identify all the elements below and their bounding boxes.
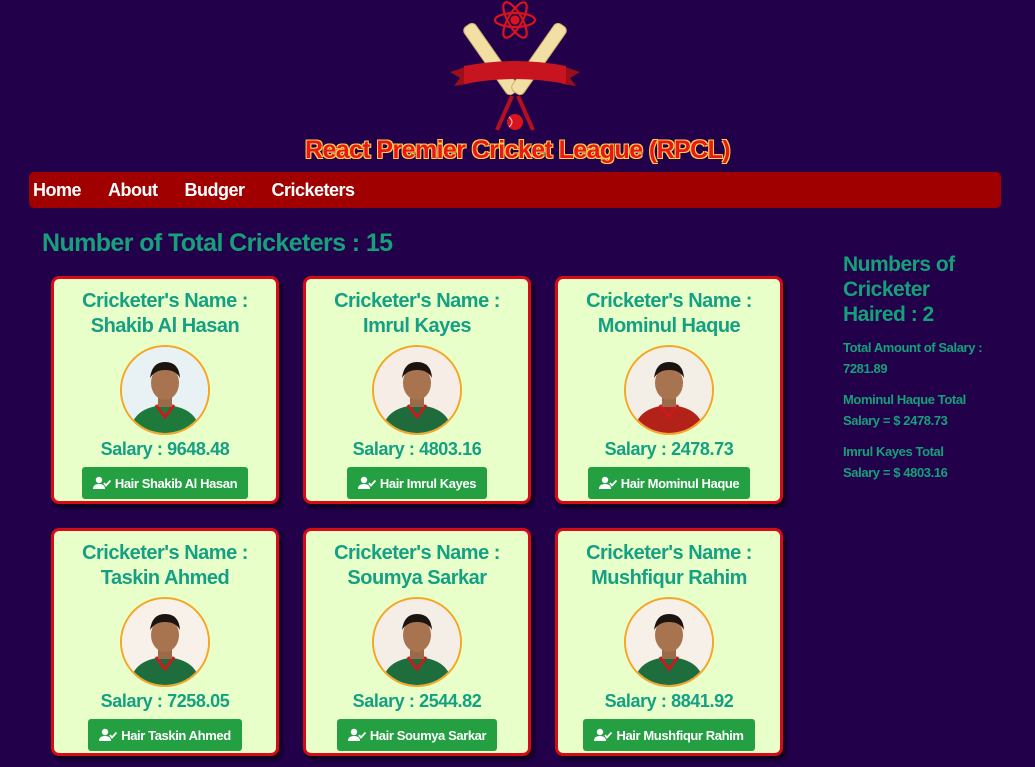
cricket-league-logo [450, 1, 580, 131]
cricketer-card: Cricketer's Name : Mominul Haque Salary … [555, 276, 783, 504]
cricketer-salary: Salary : 9648.48 [100, 439, 230, 459]
hired-count: Numbers of Cricketer Haired : 2 [843, 253, 955, 326]
player-portrait-icon [626, 347, 712, 433]
hired-player-salary: Imrul Kayes Total Salary = $ 4803.16 [843, 444, 948, 480]
cricketer-name: Cricketer's Name : Shakib Al Hasan [82, 290, 248, 337]
nav-about[interactable]: About [108, 180, 170, 201]
hired-player-salary: Mominul Haque Total Salary = $ 2478.73 [843, 392, 966, 428]
cricketer-name: Cricketer's Name : Mushfiqur Rahim [586, 542, 752, 589]
player-portrait-icon [122, 599, 208, 685]
nav-budger[interactable]: Budger [185, 180, 258, 201]
cricketer-salary: Salary : 7258.05 [100, 691, 230, 711]
cricketer-card: Cricketer's Name : Mushfiqur Rahim Salar… [555, 528, 783, 756]
cricketer-name: Cricketer's Name : Imrul Kayes [334, 290, 500, 337]
cricketer-card: Cricketer's Name : Imrul Kayes Salary : … [303, 276, 531, 504]
player-portrait-icon [374, 599, 460, 685]
hire-button[interactable]: Hair Imrul Kayes [346, 467, 488, 499]
hire-button-label: Hair Mushfiqur Rahim [616, 727, 744, 743]
player-portrait-icon [122, 347, 208, 433]
nav-home[interactable]: Home [33, 180, 94, 201]
hire-button[interactable]: Hair Taskin Ahmed [88, 719, 242, 751]
user-check-icon [92, 476, 111, 489]
hire-button-label: Hair Soumya Sarkar [369, 727, 487, 743]
total-cricketers-heading: Number of Total Cricketers : 15 [42, 229, 393, 257]
cricketer-salary: Salary : 2544.82 [352, 691, 482, 711]
player-portrait-icon [374, 347, 460, 433]
user-check-icon [99, 728, 118, 741]
cricketer-avatar [372, 345, 462, 435]
cricketer-name: Cricketer's Name : Mominul Haque [586, 290, 752, 337]
user-check-icon [594, 728, 613, 741]
cricketer-avatar [120, 597, 210, 687]
cricketer-name: Cricketer's Name : Soumya Sarkar [334, 542, 500, 589]
cricketer-card: Cricketer's Name : Taskin Ahmed Salary :… [51, 528, 279, 756]
hire-button-label: Hair Shakib Al Hasan [114, 475, 238, 491]
user-check-icon [347, 728, 366, 741]
cricketer-salary: Salary : 2478.73 [604, 439, 734, 459]
hire-button[interactable]: Hair Shakib Al Hasan [81, 467, 249, 499]
cricketer-name: Cricketer's Name : Taskin Ahmed [82, 542, 248, 589]
hire-button[interactable]: Hair Mominul Haque [587, 467, 751, 499]
hired-summary-sidebar: Numbers of Cricketer Haired : 2 Total Am… [843, 252, 983, 483]
user-check-icon [598, 476, 617, 489]
total-salary: Total Amount of Salary : 7281.89 [843, 340, 983, 376]
player-portrait-icon [626, 599, 712, 685]
hire-button[interactable]: Hair Soumya Sarkar [336, 719, 498, 751]
cricketer-card: Cricketer's Name : Shakib Al Hasan Salar… [51, 276, 279, 504]
cricketer-avatar [624, 345, 714, 435]
main-navbar: Home About Budger Cricketers [29, 172, 1001, 208]
cricketer-salary: Salary : 8841.92 [604, 691, 734, 711]
cricketer-avatar [120, 345, 210, 435]
cricketer-salary: Salary : 4803.16 [352, 439, 482, 459]
user-check-icon [357, 476, 376, 489]
hire-button-label: Hair Taskin Ahmed [121, 727, 231, 743]
hire-button[interactable]: Hair Mushfiqur Rahim [583, 719, 755, 751]
cricketer-card: Cricketer's Name : Soumya Sarkar Salary … [303, 528, 531, 756]
nav-cricketers[interactable]: Cricketers [272, 180, 368, 201]
cricketer-avatar [372, 597, 462, 687]
hire-button-label: Hair Imrul Kayes [379, 475, 477, 491]
site-title: React Premier Cricket League (RPCL) [305, 136, 731, 164]
cricketer-avatar [624, 597, 714, 687]
hire-button-label: Hair Mominul Haque [620, 475, 740, 491]
